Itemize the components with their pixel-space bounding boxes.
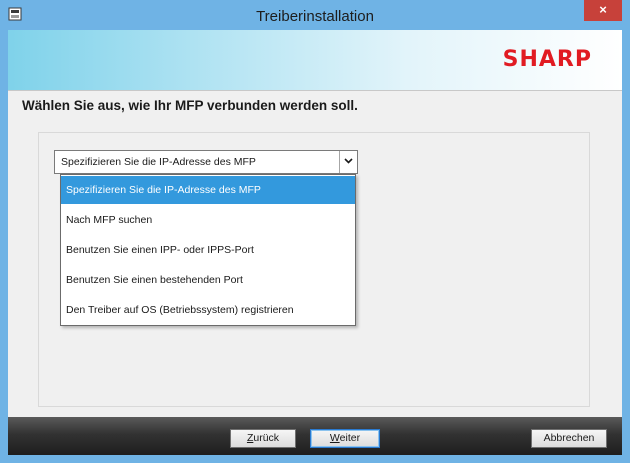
- cancel-button[interactable]: Abbrechen: [531, 429, 607, 448]
- footer-bar: Zurück Weiter Abbrechen: [8, 417, 622, 455]
- next-button-mnemonic: W: [329, 432, 340, 444]
- sharp-logo: SHARP: [502, 47, 592, 72]
- dropdown-option-ipp-port[interactable]: Benutzen Sie einen IPP- oder IPPS-Port: [61, 236, 355, 264]
- window-client-area: SHARP Wählen Sie aus, wie Ihr MFP verbun…: [8, 30, 622, 455]
- back-button-label: urück: [253, 432, 280, 444]
- header-banner: SHARP: [8, 30, 622, 90]
- page-heading: Wählen Sie aus, wie Ihr MFP verbunden we…: [22, 98, 358, 113]
- next-button-label: eiter: [339, 432, 361, 444]
- close-button[interactable]: ×: [584, 0, 622, 21]
- connection-method-select[interactable]: Spezifizieren Sie die IP-Adresse des MFP: [54, 150, 358, 174]
- dropdown-option-register-driver-os[interactable]: Den Treiber auf OS (Betriebssystem) regi…: [61, 296, 355, 324]
- chevron-down-icon[interactable]: [339, 151, 357, 173]
- connection-method-selected-value: Spezifizieren Sie die IP-Adresse des MFP: [61, 156, 256, 168]
- dropdown-option-ip-address[interactable]: Spezifizieren Sie die IP-Adresse des MFP: [61, 176, 355, 204]
- banner-divider: [8, 90, 622, 91]
- title-bar[interactable]: Treiberinstallation ×: [0, 0, 630, 30]
- installer-window: Treiberinstallation × SHARP Wählen Sie a…: [0, 0, 630, 463]
- back-button[interactable]: Zurück: [230, 429, 296, 448]
- connection-method-dropdown-list: Spezifizieren Sie die IP-Adresse des MFP…: [60, 174, 356, 326]
- next-button[interactable]: Weiter: [310, 429, 380, 448]
- dropdown-option-existing-port[interactable]: Benutzen Sie einen bestehenden Port: [61, 266, 355, 294]
- window-title: Treiberinstallation: [256, 8, 374, 25]
- dropdown-option-search-mfp[interactable]: Nach MFP suchen: [61, 206, 355, 234]
